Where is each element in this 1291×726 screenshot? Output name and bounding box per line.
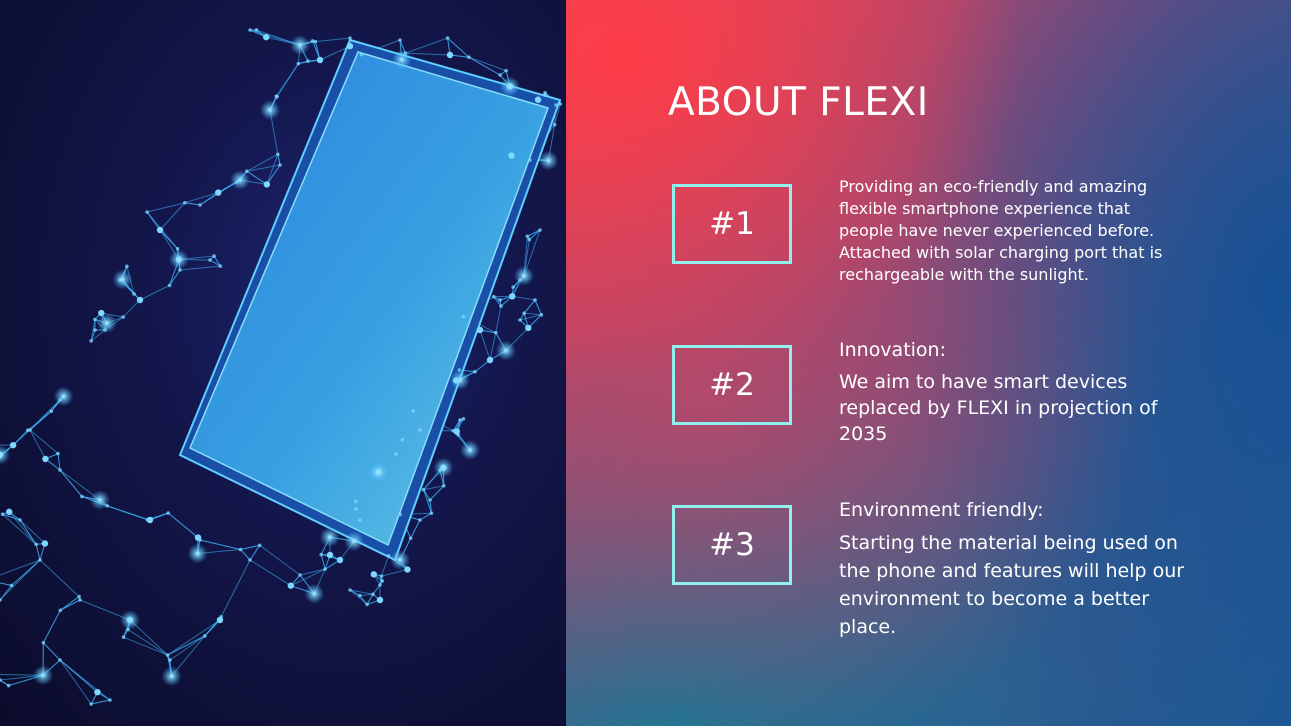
item-3-text-block: Environment friendly: Starting the mater… [839, 497, 1189, 641]
number-label-1: #1 [709, 206, 755, 242]
item-1-text-block: Providing an eco-friendly and amazing fl… [839, 176, 1189, 286]
number-box-2: #2 [672, 345, 792, 425]
page-title: ABOUT FLEXI [668, 80, 929, 125]
hero-image-panel [0, 0, 566, 726]
item-2-body: We aim to have smart devices replaced by… [839, 371, 1158, 445]
item-3-heading: Environment friendly: [839, 499, 1044, 521]
number-label-3: #3 [709, 527, 755, 563]
content-panel: ABOUT FLEXI #1 Providing an eco-friendly… [566, 0, 1291, 726]
item-2-heading: Innovation: [839, 339, 946, 361]
item-2-text-block: Innovation: We aim to have smart devices… [839, 337, 1189, 447]
number-box-1: #1 [672, 184, 792, 264]
phone-icon [178, 38, 562, 562]
item-1-body: Providing an eco-friendly and amazing fl… [839, 177, 1163, 284]
number-label-2: #2 [709, 367, 755, 403]
item-3-body: Starting the material being used on the … [839, 532, 1185, 638]
wireframe-hand-phone-illustration [0, 28, 563, 706]
number-box-3: #3 [672, 505, 792, 585]
